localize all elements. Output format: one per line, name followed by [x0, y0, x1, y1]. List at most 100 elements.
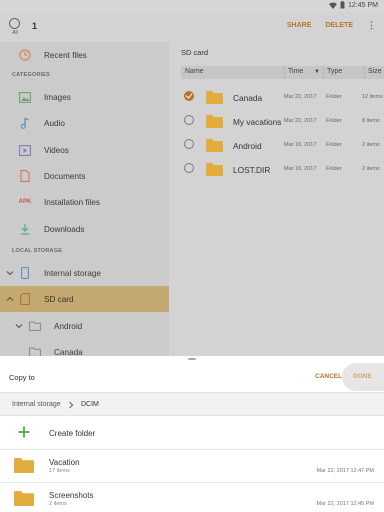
cancel-button[interactable]: CANCEL: [315, 373, 342, 380]
folder-date: Mar 22, 2017 12:47 PM: [316, 468, 374, 474]
done-button[interactable]: DONE: [342, 363, 384, 391]
apk-icon: APK: [18, 199, 32, 205]
sort-descending-icon[interactable]: ▼: [314, 69, 320, 75]
sidebar-item-label: SD card: [44, 294, 74, 304]
sidebar-item-label: Recent files: [44, 50, 87, 60]
file-row[interactable]: Canada Mar 22, 2017 Folder 12 items: [169, 85, 384, 109]
sidebar-item-label: Documents: [44, 171, 86, 181]
download-icon: [19, 223, 31, 235]
circle-checkbox-icon: [9, 18, 20, 29]
chevron-up-icon[interactable]: [6, 295, 14, 303]
column-name[interactable]: Name: [185, 68, 204, 75]
status-time: 12:45 PM: [348, 1, 378, 9]
local-storage-header: LOCAL STORAGE: [12, 248, 63, 254]
copy-to-sheet: Copy to CANCEL DONE Internal storage DCI…: [0, 356, 384, 512]
radio-unchecked-icon[interactable]: [184, 139, 194, 149]
sidebar-item-label: Android: [54, 321, 83, 331]
share-button[interactable]: SHARE: [287, 22, 312, 31]
folder-outline-icon: [29, 320, 41, 332]
file-name: LOST.DIR: [233, 165, 271, 175]
folder-icon: [14, 491, 34, 506]
column-size[interactable]: Size: [368, 68, 382, 75]
more-options-icon[interactable]: ⋮: [367, 20, 376, 31]
breadcrumb: SD card: [181, 48, 209, 57]
sidebar-item-installation-files[interactable]: APK Installation files: [0, 189, 169, 215]
drag-handle[interactable]: [188, 358, 196, 360]
breadcrumb-dcim[interactable]: DCIM: [81, 401, 99, 408]
file-date: Mar 22, 2017: [284, 94, 317, 100]
sidebar-item-canada[interactable]: Canada: [0, 339, 169, 356]
sidebar-item-android[interactable]: Android: [0, 313, 169, 339]
folder-item-count: 17 items: [49, 468, 70, 474]
folder-row[interactable]: Screenshots 2 items Mar 22, 2017 12:45 P…: [0, 483, 384, 512]
folder-icon: [206, 139, 223, 152]
file-name: Canada: [233, 93, 263, 103]
file-date: Mar 16, 2017: [284, 142, 317, 148]
select-all-checkbox[interactable]: All: [9, 18, 21, 36]
file-list-pane: SD card Name Time ▼ Type Size Canada Mar…: [169, 42, 384, 356]
selected-count: 1: [32, 21, 38, 31]
sidebar-item-label: Videos: [44, 145, 69, 155]
video-icon: [19, 144, 31, 156]
app-bar: All 1 SHARE DELETE ⋮: [0, 12, 384, 42]
sidebar-item-label: Internal storage: [44, 268, 101, 278]
file-type: Folder: [326, 142, 342, 148]
chevron-down-icon[interactable]: [6, 269, 14, 277]
table-header: Name Time ▼ Type Size: [181, 66, 384, 79]
file-type: Folder: [326, 166, 342, 172]
folder-date: Mar 22, 2017 12:45 PM: [316, 501, 374, 507]
column-divider: [364, 66, 365, 79]
wifi-icon: [329, 2, 338, 9]
column-type[interactable]: Type: [327, 68, 342, 75]
select-all-label: All: [12, 30, 18, 36]
sidebar: Recent files CATEGORIES Images Audio Vid…: [0, 42, 169, 356]
column-divider: [323, 66, 324, 79]
folder-item-count: 2 items: [49, 501, 67, 507]
image-icon: [19, 91, 31, 103]
categories-header: CATEGORIES: [12, 72, 50, 78]
file-size: 12 items: [362, 94, 383, 100]
file-size: 2 items: [362, 142, 380, 148]
sidebar-item-images[interactable]: Images: [0, 84, 169, 110]
chevron-down-icon[interactable]: [15, 322, 23, 330]
folder-outline-icon: [29, 346, 41, 356]
sidebar-item-label: Images: [44, 92, 71, 102]
sidebar-item-audio[interactable]: Audio: [0, 110, 169, 136]
battery-icon: [340, 1, 345, 9]
delete-button[interactable]: DELETE: [325, 22, 353, 31]
create-folder-row[interactable]: Create folder: [0, 418, 384, 448]
file-date: Mar 22, 2017: [284, 118, 317, 124]
document-icon: [19, 170, 31, 182]
folder-icon: [14, 458, 34, 473]
sidebar-item-label: Canada: [54, 347, 83, 357]
file-name: Android: [233, 141, 262, 151]
done-button-label: DONE: [353, 373, 372, 380]
sheet-title: Copy to: [9, 373, 35, 382]
radio-unchecked-icon[interactable]: [184, 115, 194, 125]
music-note-icon: [19, 117, 31, 129]
radio-unchecked-icon[interactable]: [184, 163, 194, 173]
sd-card-icon: [19, 293, 31, 305]
file-row[interactable]: My vacations Mar 22, 2017 Folder 8 items: [169, 109, 384, 133]
breadcrumb-internal-storage[interactable]: Internal storage: [12, 401, 61, 408]
column-time[interactable]: Time: [288, 68, 303, 75]
sidebar-item-recent-files[interactable]: Recent files: [0, 42, 169, 68]
folder-icon: [206, 115, 223, 128]
file-row[interactable]: Android Mar 16, 2017 Folder 2 items: [169, 133, 384, 157]
sidebar-item-internal-storage[interactable]: Internal storage: [0, 260, 169, 286]
sidebar-item-documents[interactable]: Documents: [0, 163, 169, 189]
checked-checkbox-icon[interactable]: [184, 91, 194, 101]
folder-name: Screenshots: [49, 491, 94, 500]
sidebar-item-videos[interactable]: Videos: [0, 137, 169, 163]
plus-icon: [18, 426, 30, 438]
file-row[interactable]: LOST.DIR Mar 16, 2017 Folder 2 items: [169, 157, 384, 181]
file-size: 8 items: [362, 118, 380, 124]
sidebar-item-downloads[interactable]: Downloads: [0, 216, 169, 242]
sidebar-item-sd-card[interactable]: SD card: [0, 286, 169, 312]
folder-row[interactable]: Vacation 17 items Mar 22, 2017 12:47 PM: [0, 450, 384, 481]
folder-icon: [206, 91, 223, 104]
file-size: 2 items: [362, 166, 380, 172]
file-name: My vacations: [233, 117, 282, 127]
create-folder-label: Create folder: [49, 429, 96, 438]
phone-icon: [19, 267, 31, 279]
